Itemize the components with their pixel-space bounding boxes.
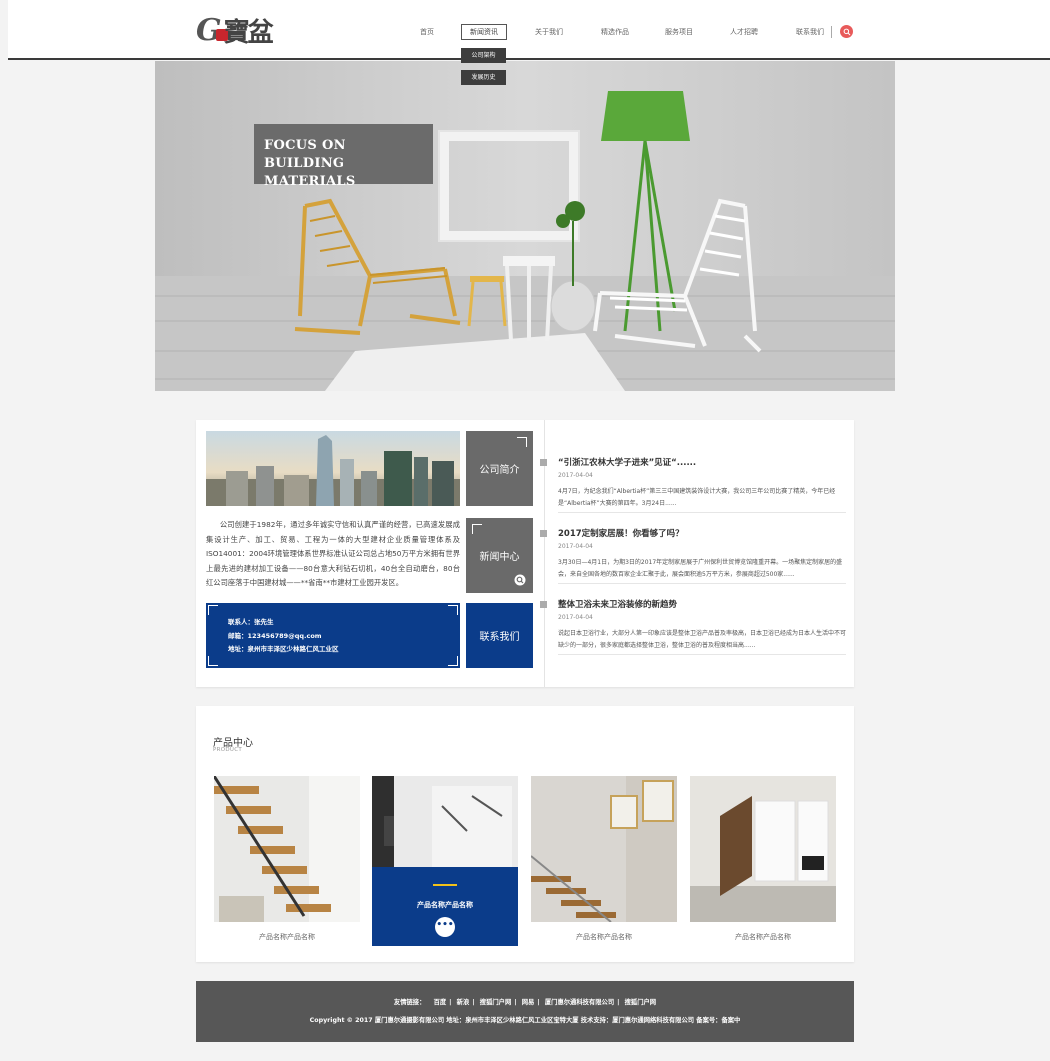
news-dropdown: 公司架构 发展历史 bbox=[461, 48, 506, 92]
staircase-image bbox=[214, 776, 360, 922]
hero-image bbox=[155, 61, 895, 391]
nav-item-home[interactable]: 首页 bbox=[420, 24, 434, 40]
search-button[interactable] bbox=[840, 25, 853, 38]
corner-icon bbox=[208, 605, 218, 615]
news-title[interactable]: 2017定制家居展！你看够了吗？ bbox=[558, 527, 684, 539]
hero-banner: FOCUS ON BUILDING MATERIALS bbox=[155, 61, 895, 391]
search-icon bbox=[843, 28, 850, 35]
news-date: 2017-04-04 bbox=[558, 472, 593, 479]
footer-link[interactable]: 新浪 bbox=[457, 999, 470, 1006]
product-hover-overlay[interactable]: 产品名称产品名称 ••• bbox=[372, 867, 518, 946]
news-date: 2017-04-04 bbox=[558, 543, 593, 550]
footer-link[interactable]: 厦门惠尔通科技有限公司 bbox=[545, 999, 614, 1006]
news-date: 2017-04-04 bbox=[558, 614, 593, 621]
hero-caption-line1: FOCUS ON bbox=[264, 138, 346, 153]
interior-wall-image bbox=[372, 776, 518, 867]
corner-icon bbox=[517, 437, 527, 447]
dropdown-item-history[interactable]: 发展历史 bbox=[461, 70, 506, 85]
product-section: 产品中心 PRODUCT 产品名称产品名称 产品名称产品名称 ••• 产品名称产… bbox=[196, 706, 854, 962]
divider bbox=[558, 512, 846, 513]
nav-item-jobs[interactable]: 人才招聘 bbox=[730, 24, 758, 40]
product-image[interactable] bbox=[690, 776, 836, 922]
footer-link[interactable]: 网易 bbox=[522, 999, 535, 1006]
contact-email: 邮箱：123456789@qq.com bbox=[228, 631, 322, 640]
nav-item-news[interactable]: 新闻资讯 bbox=[461, 24, 507, 40]
product-card[interactable]: 产品名称产品名称 bbox=[214, 776, 360, 942]
copyright-text: Copyright © 2017 厦门惠尔通摄影有限公司 地址：泉州市丰泽区少林… bbox=[309, 1017, 741, 1024]
nav-divider bbox=[831, 26, 832, 38]
corner-icon bbox=[472, 524, 482, 534]
footer-link[interactable]: 搜狐门户网 bbox=[625, 999, 656, 1006]
news-center-label: 新闻中心 bbox=[479, 552, 520, 563]
bullet-icon bbox=[540, 601, 547, 608]
product-name[interactable]: 产品名称产品名称 bbox=[531, 932, 677, 942]
product-name[interactable]: 产品名称产品名称 bbox=[214, 932, 360, 942]
friend-links: 友情链接： 百度 | 新浪 | 搜狐门户网 | 网易 | 厦门惠尔通科技有限公司 | 搜狐… bbox=[393, 999, 657, 1006]
stair-frames-image bbox=[531, 776, 677, 922]
corner-icon bbox=[448, 656, 458, 666]
news-summary: 4月7日，为纪念我们“Albertia杯”第三三中国建筑装饰设计大赛，我公司三年… bbox=[558, 488, 836, 507]
product-image[interactable] bbox=[531, 776, 677, 922]
footer-link[interactable]: 百度 bbox=[434, 999, 447, 1006]
dropdown-item-structure[interactable]: 公司架构 bbox=[461, 48, 506, 63]
hero-caption-line2: BUILDING MATERIALS bbox=[264, 156, 356, 189]
product-name[interactable]: 产品名称产品名称 bbox=[690, 932, 836, 942]
city-skyline-image bbox=[206, 435, 460, 506]
nav-item-contact[interactable]: 联系我们 bbox=[796, 24, 824, 40]
divider bbox=[558, 654, 846, 655]
site-header: G 寶盆 首页 新闻资讯 关于我们 精选作品 服务项目 人才招聘 联系我们 bbox=[8, 0, 1050, 60]
site-footer: 友情链接： 百度 | 新浪 | 搜狐门户网 | 网易 | 厦门惠尔通科技有限公司 | 搜狐… bbox=[196, 981, 854, 1042]
news-title[interactable]: 整体卫浴未来卫浴装修的新趋势 bbox=[558, 598, 677, 610]
product-card[interactable]: 产品名称产品名称 bbox=[531, 776, 677, 942]
contact-address: 地址：泉州市丰泽区少林路仁风工业区 bbox=[228, 645, 339, 653]
product-card[interactable]: 产品名称产品名称 bbox=[690, 776, 836, 942]
accent-bar bbox=[433, 884, 457, 886]
product-card[interactable]: 产品名称产品名称 ••• bbox=[372, 776, 518, 946]
bullet-icon bbox=[540, 459, 547, 466]
news-title[interactable]: “引浙江农林大学子进来”见证“...... bbox=[558, 456, 696, 468]
company-intro-tile[interactable]: 公司简介 bbox=[466, 431, 533, 506]
news-center-tile[interactable]: 新闻中心 bbox=[466, 518, 533, 593]
magnifier-icon bbox=[514, 574, 526, 586]
city-image bbox=[206, 431, 460, 506]
nav-item-works[interactable]: 精选作品 bbox=[601, 24, 629, 40]
section-subtitle: PRODUCT bbox=[213, 747, 243, 753]
contact-person: 联系人：张先生 bbox=[228, 618, 274, 626]
divider bbox=[558, 583, 846, 584]
product-image[interactable]: 产品名称产品名称 ••• bbox=[372, 776, 518, 946]
footer-link[interactable]: 搜狐门户网 bbox=[480, 999, 511, 1006]
company-description: 公司创建于1982年，通过多年诚实守信和认真严谨的经营，已高速发展成集设计生产、… bbox=[206, 520, 460, 587]
hero-caption: FOCUS ON BUILDING MATERIALS bbox=[254, 124, 433, 189]
friend-links-label: 友情链接： bbox=[393, 999, 426, 1006]
corner-icon bbox=[448, 605, 458, 615]
company-intro-label: 公司简介 bbox=[479, 465, 520, 476]
contact-us-tile[interactable]: 联系我们 bbox=[466, 603, 533, 668]
corner-icon bbox=[208, 656, 218, 666]
contact-us-label: 联系我们 bbox=[479, 632, 520, 643]
living-room-image bbox=[690, 776, 836, 922]
main-nav: 首页 新闻资讯 关于我们 精选作品 服务项目 人才招聘 联系我们 bbox=[8, 24, 1050, 40]
news-summary: 说起日本卫浴行业，大部分人第一印象应该是整体卫浴产品普及率极高，日本卫浴已经成为… bbox=[558, 630, 846, 649]
product-image[interactable] bbox=[214, 776, 360, 922]
news-summary: 3月30日—4月1日，为期3日的2017年定制家居展于广州保利世贸博览馆隆重开幕… bbox=[558, 559, 843, 578]
product-hover-name: 产品名称产品名称 bbox=[417, 901, 473, 909]
more-icon[interactable]: ••• bbox=[435, 917, 455, 937]
nav-item-services[interactable]: 服务项目 bbox=[665, 24, 693, 40]
about-section: 公司简介 公司创建于1982年，通过多年诚实守信和认真严谨的经营，已高速发展成集… bbox=[196, 420, 854, 687]
contact-info-box: 联系人：张先生 邮箱：123456789@qq.com 地址：泉州市丰泽区少林路… bbox=[206, 603, 460, 668]
nav-item-about[interactable]: 关于我们 bbox=[535, 24, 563, 40]
bullet-icon bbox=[540, 530, 547, 537]
